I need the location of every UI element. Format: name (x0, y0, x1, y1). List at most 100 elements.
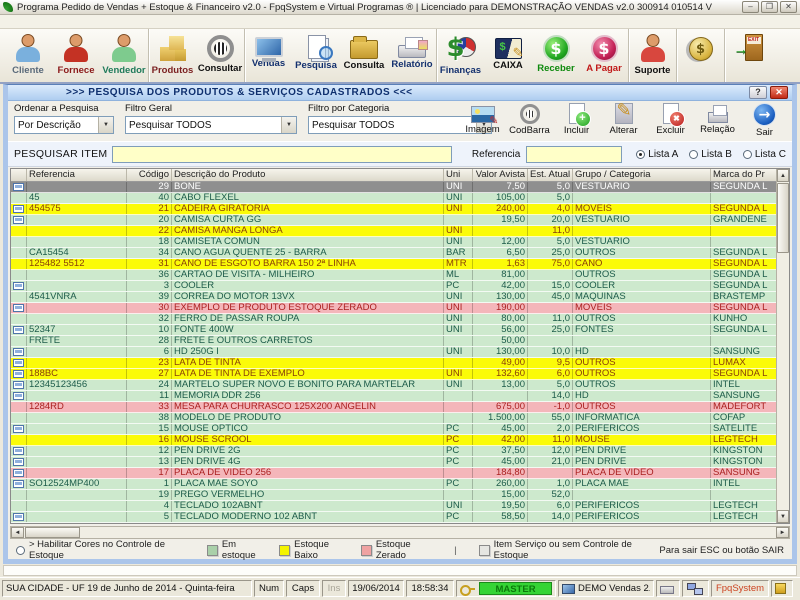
cell-marca: SEGUNDA L (711, 369, 776, 379)
alterar-button[interactable]: Alterar (600, 99, 647, 138)
cell-codigo: 18 (127, 237, 172, 247)
toolbar: Cliente Fornece Vendedor Produtos Consul… (0, 29, 800, 84)
table-row[interactable]: 188BC 27 LATA DE TINTA DE EXEMPLO UNI 13… (11, 369, 776, 380)
column-header-marca[interactable]: Marca do Pr (711, 169, 776, 181)
close-button[interactable]: ✕ (780, 1, 797, 13)
table-row[interactable]: 454575 21 CADEIRA GIRATORIA UNI 240,00 4… (11, 204, 776, 215)
filter-dropdown[interactable]: Pesquisar TODOS ▼ (125, 116, 297, 134)
scroll-right-icon[interactable]: ► (776, 527, 789, 538)
table-row[interactable]: 4 TECLADO 102ABNT UNI 19,50 6,0 PERIFÉRI… (11, 501, 776, 512)
vertical-scrollbar[interactable]: ▲ ▼ (776, 169, 789, 523)
incluir-button[interactable]: Incluir (553, 99, 600, 138)
table-row[interactable]: 17 PLACA DE VIDEO 256 184,80 PLACA DE VI… (11, 468, 776, 479)
toolbar-suporte[interactable]: Suporte (628, 29, 676, 82)
toolbar-produtos[interactable]: Produtos (148, 29, 196, 82)
vertical-scroll-thumb[interactable] (777, 183, 789, 253)
search-input[interactable] (112, 146, 452, 163)
toolbar-pesquisa[interactable]: Pesquisa (292, 29, 340, 82)
lista-c-radio[interactable]: Lista C (743, 149, 786, 160)
column-header-grupo[interactable]: Grupo / Categoria (573, 169, 711, 181)
cell-codigo: 1 (127, 479, 172, 489)
toolbar-sair[interactable] (724, 29, 772, 82)
table-row[interactable]: CA15454 34 CANO AGUA QUENTE 25 - BARRA B… (11, 248, 776, 259)
horizontal-scroll-thumb[interactable] (25, 527, 80, 538)
cell-codigo: 34 (127, 248, 172, 258)
table-row[interactable]: 36 CARTAO DE VISITA - MILHEIRO ML 81,00 … (11, 270, 776, 281)
minimize-button[interactable]: – (742, 1, 759, 13)
reference-input[interactable] (526, 146, 622, 163)
table-row[interactable]: 12345123456 24 MARTELO SUPER NOVO E BONI… (11, 380, 776, 391)
table-row[interactable]: 29 BONE UNI 7,50 5,0 VESTUARIO SEGUNDA L (11, 182, 776, 193)
cell-grupo: INFORMATICA (573, 413, 711, 423)
cell-marca: SEGUNDA L (711, 270, 776, 280)
enable-colors-control[interactable]: > Habilitar Cores no Controle de Estoque (16, 539, 185, 561)
lista-b-radio[interactable]: Lista B (689, 149, 732, 160)
restore-button[interactable]: ❐ (761, 1, 778, 13)
toolbar-receber[interactable]: Receber (532, 29, 580, 82)
table-row[interactable]: 12 PEN DRIVE 2G PC 37,50 12,0 PEN DRIVE … (11, 446, 776, 457)
column-header-referencia[interactable]: Referencia (27, 169, 127, 181)
lista-a-radio[interactable]: Lista A (636, 149, 678, 160)
toolbar-caixa[interactable]: CAIXA (484, 29, 532, 82)
column-header-valor[interactable]: Valor Avista (473, 169, 528, 181)
cell-descricao: TECLADO 102ABNT (172, 501, 444, 511)
cell-estoque: 25,0 (528, 248, 573, 258)
scroll-left-icon[interactable]: ◄ (11, 527, 24, 538)
toolbar-vendas[interactable]: Vendas (244, 29, 292, 82)
sb-app (771, 580, 793, 597)
toolbar-vendedor[interactable]: Vendedor (100, 29, 148, 82)
table-row[interactable]: 15 MOUSE OPTICO PC 45,00 2,0 PERIFÉRICOS… (11, 424, 776, 435)
table-row[interactable]: 38 MODELO DE PRODUTO 1.500,00 55,0 INFOR… (11, 413, 776, 424)
toolbar-relatorio[interactable]: Relatório (388, 29, 436, 82)
cell-codigo: 28 (127, 336, 172, 346)
table-row[interactable]: 22 CAMISA MANGA LONGA UNI 11,0 (11, 226, 776, 237)
table-row[interactable]: 19 PREGO VERMELHO 15,00 52,0 (11, 490, 776, 501)
table-row[interactable]: SO12524MP400 1 PLACA MÃE SOYO PC 260,00 … (11, 479, 776, 490)
toolbar-apagar[interactable]: A Pagar (580, 29, 628, 82)
panel-close-button[interactable]: ✕ (770, 86, 788, 99)
scroll-down-icon[interactable]: ▼ (777, 510, 789, 523)
scroll-up-icon[interactable]: ▲ (777, 169, 789, 182)
column-header-descricao[interactable]: Descrição do Produto (172, 169, 444, 181)
toolbar-financas[interactable]: Finanças (436, 29, 484, 82)
table-row[interactable]: 16 MOUSE SCROOL PC 42,00 11,0 MOUSE LEGT… (11, 435, 776, 446)
filter-dropdown[interactable]: Por Descrição ▼ (14, 116, 114, 134)
relacao-button[interactable]: Relação (694, 99, 741, 138)
report-printer-icon (708, 112, 728, 123)
cell-referencia: CA15454 (27, 248, 127, 258)
column-header-uni[interactable]: Uni (444, 169, 473, 181)
column-header-codigo[interactable]: Código (127, 169, 172, 181)
excluir-button[interactable]: Excluir (647, 99, 694, 138)
toolbar-cliente[interactable]: Cliente (4, 29, 52, 82)
table-row[interactable]: 4541VNRA 39 CORREA DO MOTOR 13VX UNI 130… (11, 292, 776, 303)
column-header-estoque[interactable]: Est. Atual (528, 169, 573, 181)
table-row[interactable]: 45 40 CABO FLEXEL UNI 105,00 5,0 (11, 193, 776, 204)
toolbar-consultar[interactable]: Consultar (196, 29, 244, 82)
sair-button[interactable]: Sair (741, 99, 788, 138)
table-row[interactable]: 1284RD 33 MESA PARA CHURRASCO 125X200 AN… (11, 402, 776, 413)
table-row[interactable]: 18 CAMISETA COMUN UNI 12,00 5,0 VESTUARI… (11, 237, 776, 248)
table-row[interactable]: 13 PEN DRIVE 4G PC 45,00 21,0 PEN DRIVE … (11, 457, 776, 468)
table-row[interactable]: 11 MEMÓRIA DDR 256 14,0 HD SANSUNG (11, 391, 776, 402)
chevron-down-icon[interactable]: ▼ (281, 117, 296, 133)
toolbar-moeda[interactable] (676, 29, 724, 82)
table-row[interactable]: 23 LATA DE TINTA 49,00 9,5 OUTROS LUMAX (11, 358, 776, 369)
codbarra-button[interactable]: CodBarra (506, 99, 553, 138)
table-row[interactable]: FRETE 28 FRETE E OUTROS CARRETOS 50,00 (11, 336, 776, 347)
table-row[interactable]: 32 FERRO DE PASSAR ROUPA UNI 80,00 11,0 … (11, 314, 776, 325)
table-row[interactable]: 5 TECLADO MODERNO 102 ABNT PC 58,50 14,0… (11, 512, 776, 523)
imagem-button[interactable]: Imagem (459, 99, 506, 138)
panel-help-button[interactable]: ? (749, 86, 767, 99)
table-row[interactable]: 52347 10 FONTE 400W UNI 56,00 25,0 FONTE… (11, 325, 776, 336)
table-row[interactable]: 6 HD 250G I UNI 130,00 10,0 HD SANSUNG (11, 347, 776, 358)
toolbar-fornece[interactable]: Fornece (52, 29, 100, 82)
cell-marca: LEGTECH (711, 501, 776, 511)
table-row[interactable]: 125482 5512 31 CANO DE ESGOTO BARRA 150 … (11, 259, 776, 270)
table-row[interactable]: 20 CAMISA CURTA GG 19,50 20,0 VESTUARIO … (11, 215, 776, 226)
table-row[interactable]: 30 EXEMPLO DE PRODUTO ESTOQUE ZERADO UNI… (11, 303, 776, 314)
toolbar-consulta[interactable]: Consulta (340, 29, 388, 82)
column-header-icon[interactable] (11, 169, 27, 181)
horizontal-scrollbar[interactable]: ◄ ► (10, 526, 790, 539)
chevron-down-icon[interactable]: ▼ (98, 117, 113, 133)
table-row[interactable]: 3 COOLER PC 42,00 15,0 COOLER SEGUNDA L (11, 281, 776, 292)
